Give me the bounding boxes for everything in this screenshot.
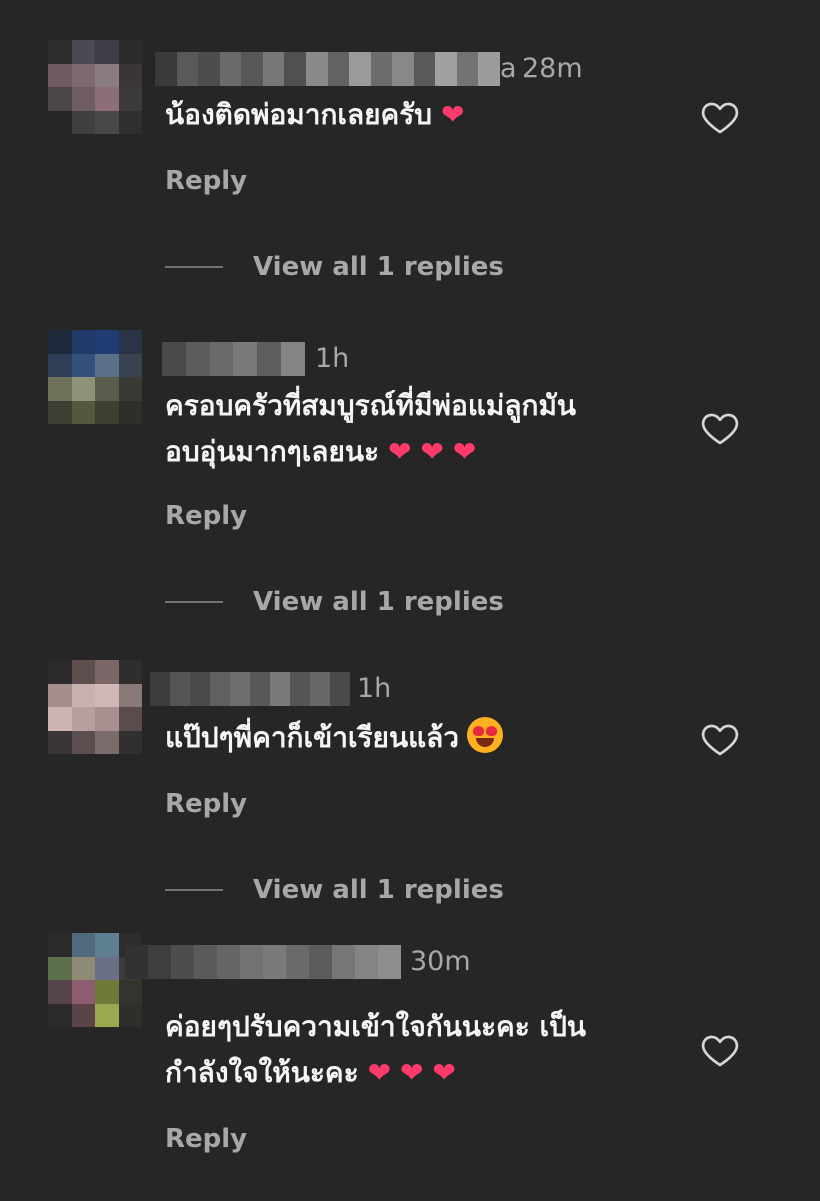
heart-emoji-icon: ❤	[432, 98, 465, 131]
like-heart-icon[interactable]	[700, 408, 740, 448]
comment-text-content: กำลังใจให้นะคะ	[165, 1056, 359, 1089]
comment-text: ครอบครัวที่สมบูรณ์ที่มีพ่อแม่ลูกมันอบอุ่…	[165, 383, 685, 475]
heart-emoji-icon: ❤	[358, 1056, 392, 1089]
view-replies-label: View all 1 replies	[253, 875, 504, 905]
heart-emoji-icon: ❤	[423, 1056, 456, 1089]
comment-text-content: แป๊ปๆพี่คาก็เข้าเรียนแล้ว	[165, 721, 460, 754]
username-blurred[interactable]	[162, 342, 305, 376]
comment-text: น้องติดพ่อมากเลยครับ ❤	[165, 92, 685, 138]
comment-text-line: ครอบครัวที่สมบูรณ์ที่มีพ่อแม่ลูกมัน	[165, 383, 685, 429]
username-blurred[interactable]	[155, 52, 500, 86]
reply-button[interactable]: Reply	[165, 164, 247, 198]
heart-emoji-icon: ❤	[443, 435, 477, 468]
reply-button[interactable]: Reply	[165, 499, 247, 533]
avatar[interactable]	[48, 40, 142, 134]
comment-text: ค่อยๆปรับความเข้าใจกันนะคะ เป็นกำลังใจให…	[165, 1004, 685, 1096]
reply-button[interactable]: Reply	[165, 1122, 247, 1156]
comment-text-content: อบอุ่นมากๆเลยนะ	[165, 435, 380, 468]
heart-emoji-icon: ❤	[411, 435, 444, 468]
username-blurred[interactable]	[125, 945, 401, 979]
replies-divider-line	[165, 266, 223, 268]
username-blurred[interactable]	[150, 672, 350, 706]
comment-timestamp: 28m	[522, 53, 583, 84]
comment-text: แป๊ปๆพี่คาก็เข้าเรียนแล้ว	[165, 715, 685, 761]
like-heart-icon[interactable]	[700, 97, 740, 137]
comment-text-content: ครอบครัวที่สมบูรณ์ที่มีพ่อแม่ลูกมัน	[165, 389, 577, 422]
replies-divider-line	[165, 889, 223, 891]
comment-text-content: น้องติดพ่อมากเลยครับ	[165, 98, 433, 131]
like-heart-icon[interactable]	[700, 719, 740, 759]
heart-emoji-icon: ❤	[379, 435, 412, 468]
comment-text-line: อบอุ่นมากๆเลยนะ ❤ ❤ ❤	[165, 429, 685, 475]
comment-timestamp: 30m	[410, 946, 471, 977]
replies-divider-line	[165, 601, 223, 603]
comment-timestamp: 1h	[315, 343, 350, 374]
comment-text-content: ค่อยๆปรับความเข้าใจกันนะคะ เป็น	[165, 1010, 586, 1043]
view-replies-button[interactable]: View all 1 replies	[165, 873, 504, 907]
comment-text-line: น้องติดพ่อมากเลยครับ ❤	[165, 92, 685, 138]
comment-text-line: ค่อยๆปรับความเข้าใจกันนะคะ เป็น	[165, 1004, 685, 1050]
view-replies-label: View all 1 replies	[253, 252, 504, 282]
reply-button[interactable]: Reply	[165, 787, 247, 821]
heart-eyes-emoji-icon	[467, 717, 504, 753]
comment-timestamp: 1h	[357, 673, 392, 704]
view-replies-button[interactable]: View all 1 replies	[165, 585, 504, 619]
view-replies-button[interactable]: View all 1 replies	[165, 250, 504, 284]
view-replies-label: View all 1 replies	[253, 587, 504, 617]
like-heart-icon[interactable]	[700, 1030, 740, 1070]
comment-text-line: กำลังใจให้นะคะ ❤ ❤ ❤	[165, 1050, 685, 1096]
heart-emoji-icon: ❤	[391, 1056, 424, 1089]
comments-page: a 28m น้องติดพ่อมากเลยครับ ❤ Reply View all …	[0, 0, 820, 1201]
username-tail: a	[500, 53, 517, 84]
avatar[interactable]	[48, 330, 142, 424]
avatar[interactable]	[48, 660, 142, 754]
comment-text-line: แป๊ปๆพี่คาก็เข้าเรียนแล้ว	[165, 715, 685, 761]
